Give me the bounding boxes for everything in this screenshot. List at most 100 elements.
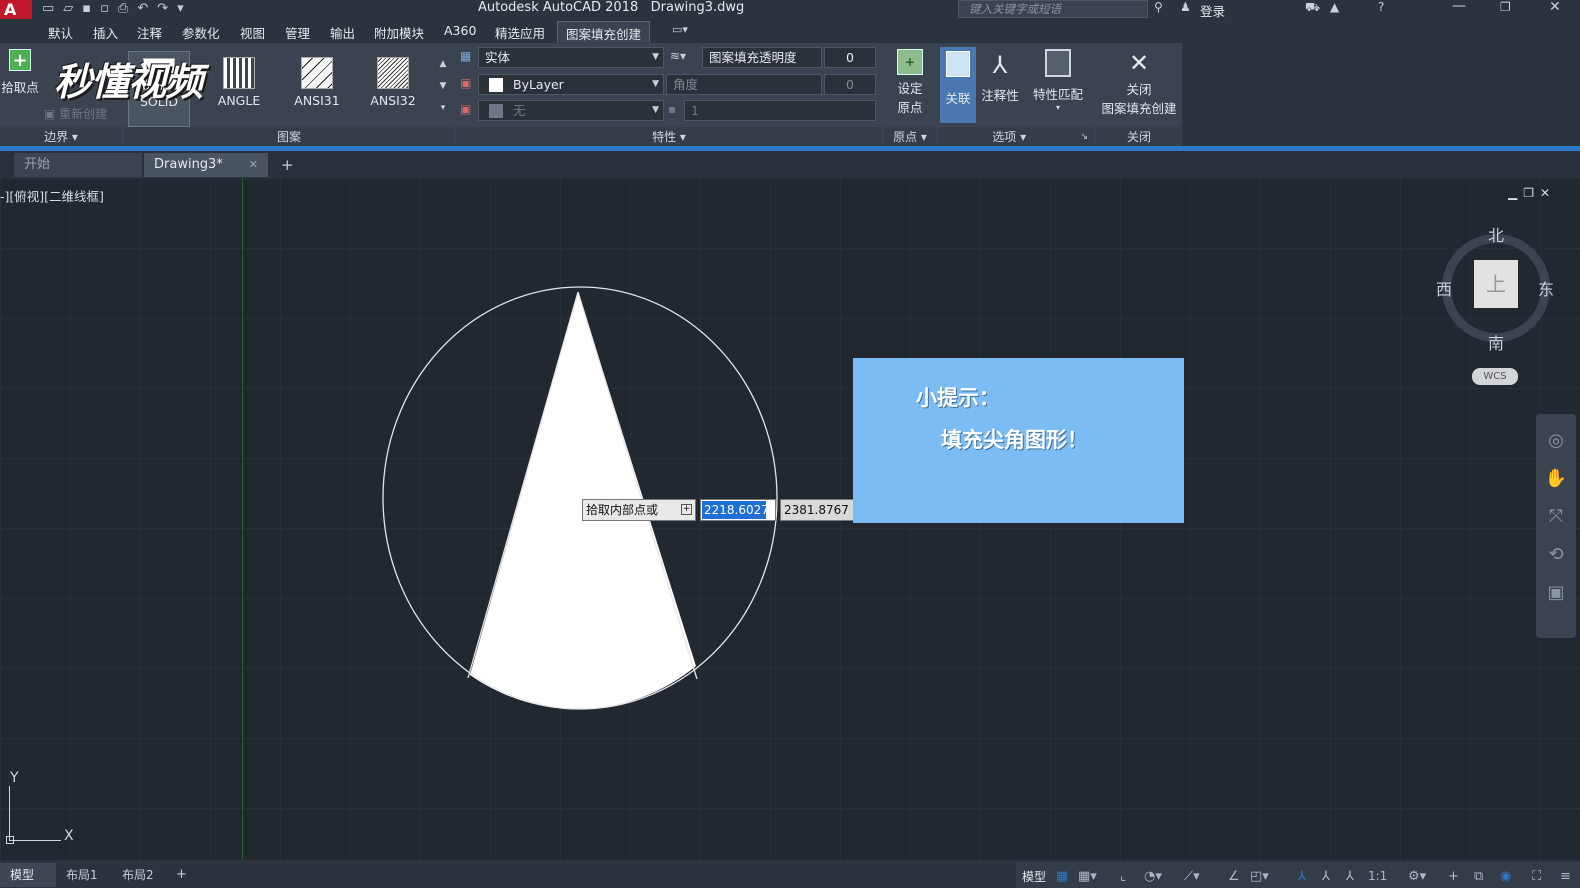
close-tab-icon[interactable]: ✕	[249, 153, 258, 177]
restore-icon[interactable]: ❐	[1500, 0, 1511, 14]
osnap-tracking-icon[interactable]: ∠	[1228, 869, 1240, 884]
binoculars-icon[interactable]: ⚲	[1154, 0, 1163, 14]
tab-drawing3[interactable]: Drawing3* ✕	[144, 153, 268, 177]
wcs-menu[interactable]: WCS	[1472, 368, 1518, 385]
cart-icon[interactable]: ⛟	[1305, 0, 1320, 16]
close-window-icon[interactable]: ✕	[1549, 0, 1561, 15]
viewcube-west[interactable]: 西	[1436, 276, 1452, 300]
zoom-extents-icon[interactable]: ⤧	[1536, 498, 1576, 536]
ribbon-tail	[1182, 43, 1580, 148]
save-icon[interactable]: ▪	[82, 1, 100, 16]
polar-icon[interactable]: ◔▾	[1144, 869, 1162, 884]
search-box[interactable]: 键入关键字或短语	[958, 0, 1148, 18]
orbit-icon[interactable]: ⟲	[1536, 536, 1576, 574]
new-tab-button[interactable]: +	[272, 153, 302, 177]
tab-output[interactable]: 输出	[330, 23, 355, 42]
customize-icon[interactable]: ≡	[1560, 869, 1571, 884]
pattern-scroll[interactable]: ▲ ▼ ▾	[436, 53, 450, 127]
tab-view[interactable]: 视图	[240, 23, 265, 42]
y-coordinate-input[interactable]: 2381.8767	[780, 499, 854, 521]
layout-tab-add[interactable]: +	[170, 863, 194, 887]
auto-scale-icon[interactable]: ⅄	[1322, 869, 1330, 884]
hatch-type-select[interactable]: 实体 ▼	[478, 47, 664, 68]
snap-icon[interactable]: ▦▾	[1078, 869, 1097, 884]
tab-hatch-creation[interactable]: 图案填充创建	[557, 21, 651, 45]
options-footer[interactable]: 选项 ▾ ↘	[938, 127, 1094, 148]
scale-field[interactable]: 1	[684, 100, 876, 121]
drawing-viewport[interactable]: -][俯视][二维线框] ▁❐✕ 拾取内部点或 + 2218.6027 2381…	[0, 178, 1580, 860]
tab-annotate[interactable]: 注释	[137, 23, 162, 42]
ribbon-toggle-icon[interactable]: ▭▾	[672, 23, 688, 36]
isolate-objects-icon[interactable]: ◉	[1500, 869, 1511, 884]
print-icon[interactable]: ⎙	[118, 1, 137, 16]
undo-icon[interactable]: ↶	[137, 1, 157, 16]
workspace-gear-icon[interactable]: ⚙▾	[1408, 869, 1426, 884]
background-color-select[interactable]: 无 ▼	[478, 100, 664, 121]
viewcube-east[interactable]: 东	[1538, 276, 1554, 300]
viewcube[interactable]: 上 北 南 西 东	[1436, 226, 1556, 356]
close-label-1: 关闭	[1126, 82, 1152, 97]
transparency-icon[interactable]: ≋▾	[670, 49, 686, 63]
model-space-button[interactable]: 模型	[1022, 868, 1046, 885]
dialog-launcher-icon[interactable]: ↘	[1080, 127, 1088, 148]
match-properties-button[interactable]: 特性匹配 ▾	[1030, 49, 1086, 112]
layout-tab-model[interactable]: 模型	[0, 863, 56, 887]
properties-footer[interactable]: 特性 ▾	[456, 127, 882, 148]
steering-wheel-icon[interactable]: ◎	[1536, 422, 1576, 460]
tab-manage[interactable]: 管理	[285, 23, 310, 42]
close-hatch-button[interactable]: ✕ 关闭 图案填充创建	[1098, 49, 1180, 117]
layout-tab-2[interactable]: 布局2	[112, 863, 168, 887]
grid-icon[interactable]: ▦	[1056, 869, 1068, 884]
pick-points-button[interactable]: + 拾取点	[0, 49, 40, 105]
fullscreen-icon[interactable]: ⛶	[1532, 869, 1541, 884]
units-icon[interactable]: ⧉	[1474, 869, 1483, 884]
showmotion-icon[interactable]: ▣	[1536, 574, 1576, 612]
annotation-monitor-icon[interactable]: +	[1448, 869, 1459, 884]
transparency-value[interactable]: 0	[824, 47, 876, 68]
pattern-angle[interactable]: ANGLE	[208, 51, 270, 127]
isodraft-icon[interactable]: ⟋▾	[1184, 869, 1200, 884]
transparency-field[interactable]: 图案填充透明度	[702, 47, 822, 68]
help-icon[interactable]: ?	[1378, 0, 1384, 14]
origin-footer[interactable]: 原点 ▾	[884, 127, 936, 148]
tab-featured-apps[interactable]: 精选应用	[495, 23, 545, 42]
viewcube-top-face[interactable]: 上	[1474, 260, 1518, 308]
layout-tab-1[interactable]: 布局1	[56, 863, 112, 887]
tab-insert[interactable]: 插入	[93, 23, 118, 42]
tooltip-expand-icon[interactable]: +	[681, 504, 692, 515]
autocad-logo-icon[interactable]: A	[0, 0, 32, 19]
object-snap-icon[interactable]: ◰▾	[1250, 869, 1269, 884]
annotation-scale-value[interactable]: 1:1	[1368, 869, 1387, 883]
recreate-button[interactable]: ▣ 重新创建	[44, 105, 107, 122]
ortho-icon[interactable]: ⌞	[1120, 869, 1126, 884]
user-icon[interactable]: ♟	[1180, 0, 1191, 14]
boundary-footer[interactable]: 边界 ▾	[0, 127, 122, 148]
pan-icon[interactable]: ✋	[1536, 460, 1576, 498]
angle-value[interactable]: 0	[824, 74, 876, 95]
tab-a360[interactable]: A360	[444, 23, 476, 38]
redo-icon[interactable]: ↷	[157, 1, 177, 16]
tab-start[interactable]: 开始	[14, 153, 142, 177]
x-coordinate-input[interactable]: 2218.6027	[700, 499, 776, 521]
set-origin-button[interactable]: + 设定 原点	[888, 49, 932, 116]
tab-default[interactable]: 默认	[48, 23, 73, 42]
annotation-visibility-icon[interactable]: ⅄	[1298, 869, 1306, 884]
angle-field[interactable]: 角度	[666, 74, 822, 95]
saveas-icon[interactable]: ▫	[100, 1, 118, 16]
pattern-ansi32[interactable]: ANSI32	[362, 51, 424, 127]
new-file-icon[interactable]: ▭	[42, 1, 63, 16]
customize-qat-icon[interactable]: ▾	[177, 1, 193, 16]
minimize-icon[interactable]: —	[1452, 0, 1466, 14]
hatch-color-select[interactable]: ByLayer ▼	[478, 74, 664, 95]
associative-button[interactable]: 关联	[940, 47, 976, 123]
open-file-icon[interactable]: ▱	[63, 1, 82, 16]
tab-parametric[interactable]: 参数化	[182, 23, 220, 42]
pattern-ansi31[interactable]: ANSI31	[286, 51, 348, 127]
annotative-button[interactable]: ⅄ 注释性	[978, 51, 1022, 104]
viewcube-south[interactable]: 南	[1488, 330, 1504, 354]
tab-addins[interactable]: 附加模块	[374, 23, 424, 42]
autodesk-app-icon[interactable]: ▲	[1330, 0, 1339, 14]
viewcube-north[interactable]: 北	[1488, 222, 1504, 246]
annotation-scale-icon[interactable]: ⅄	[1346, 869, 1354, 884]
login-link[interactable]: 登录	[1200, 1, 1225, 20]
